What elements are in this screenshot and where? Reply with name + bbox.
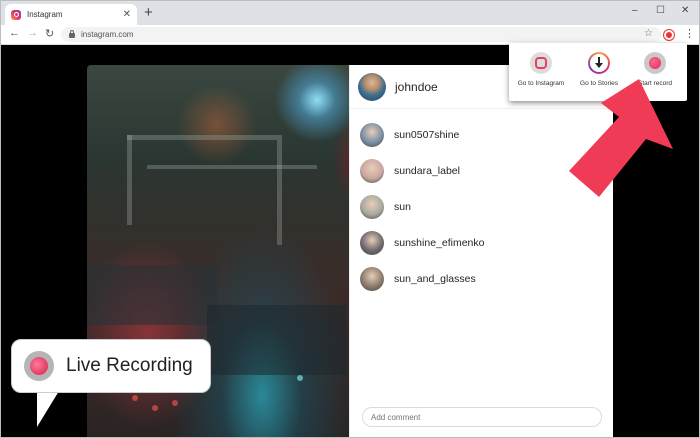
knob xyxy=(152,405,158,411)
tab-instagram[interactable]: Instagram ✕ xyxy=(5,4,137,25)
forward-arrow-icon[interactable]: → xyxy=(27,27,38,39)
download-stories-icon xyxy=(588,52,610,74)
list-item[interactable]: sun xyxy=(360,189,484,225)
download-arrow-icon xyxy=(595,57,603,69)
record-extension-icon[interactable] xyxy=(663,29,675,41)
browser-toolbar: ← → ↻ instagram.com ☆ ⋮ xyxy=(1,25,699,45)
viewer-username: sunshine_efimenko xyxy=(394,237,485,249)
viewer-username: sun xyxy=(394,201,411,213)
address-bar[interactable]: instagram.com xyxy=(61,27,661,42)
close-window-button[interactable]: ✕ xyxy=(681,5,689,16)
callout-tail xyxy=(37,391,59,427)
instagram-icon xyxy=(530,52,552,74)
tab-title: Instagram xyxy=(27,10,63,19)
owner-username[interactable]: johndoe xyxy=(395,80,438,94)
menu-kebab-icon[interactable]: ⋮ xyxy=(684,27,695,40)
viewer-username: sundara_label xyxy=(394,165,460,177)
owner-avatar[interactable] xyxy=(358,72,386,101)
reload-icon[interactable]: ↻ xyxy=(45,27,54,40)
callout-text: Live Recording xyxy=(66,355,193,376)
avatar xyxy=(360,159,384,183)
lock-icon xyxy=(69,30,75,38)
knob xyxy=(132,395,138,401)
new-tab-button[interactable]: + xyxy=(144,5,153,21)
minimize-button[interactable]: – xyxy=(632,5,638,16)
avatar xyxy=(360,267,384,291)
browser-window: Instagram ✕ + – ☐ ✕ ← → ↻ instagram.com … xyxy=(0,0,700,438)
record-icon xyxy=(24,351,54,381)
stage-rig xyxy=(127,135,277,140)
record-icon xyxy=(644,52,666,74)
stage-rig xyxy=(277,135,282,245)
stage-rig xyxy=(127,135,132,225)
maximize-button[interactable]: ☐ xyxy=(656,5,665,16)
list-item[interactable]: sunshine_efimenko xyxy=(360,225,484,261)
stage-rig xyxy=(147,165,317,169)
viewer-list: sun0507shine sundara_label sun sunshine_… xyxy=(360,117,484,297)
knob xyxy=(297,375,303,381)
back-arrow-icon[interactable]: ← xyxy=(9,27,20,39)
tab-strip: Instagram ✕ + – ☐ ✕ xyxy=(1,1,699,25)
tab-close-icon[interactable]: ✕ xyxy=(123,9,131,20)
url-text: instagram.com xyxy=(81,30,134,39)
bookmark-star-icon[interactable]: ☆ xyxy=(644,28,653,39)
equipment-block xyxy=(207,305,347,375)
comment-input[interactable] xyxy=(362,407,602,427)
viewer-username: sun0507shine xyxy=(394,129,460,141)
equipment-block xyxy=(87,265,217,325)
list-item[interactable]: sun0507shine xyxy=(360,117,484,153)
avatar xyxy=(360,231,384,255)
list-item[interactable]: sun_and_glasses xyxy=(360,261,484,297)
live-recording-callout: Live Recording xyxy=(11,339,211,393)
avatar xyxy=(360,123,384,147)
instagram-favicon-icon xyxy=(11,9,21,20)
knob xyxy=(172,400,178,406)
viewer-username: sun_and_glasses xyxy=(394,273,476,285)
pointer-arrow-icon xyxy=(569,79,673,197)
avatar xyxy=(360,195,384,219)
list-item[interactable]: sundara_label xyxy=(360,153,484,189)
